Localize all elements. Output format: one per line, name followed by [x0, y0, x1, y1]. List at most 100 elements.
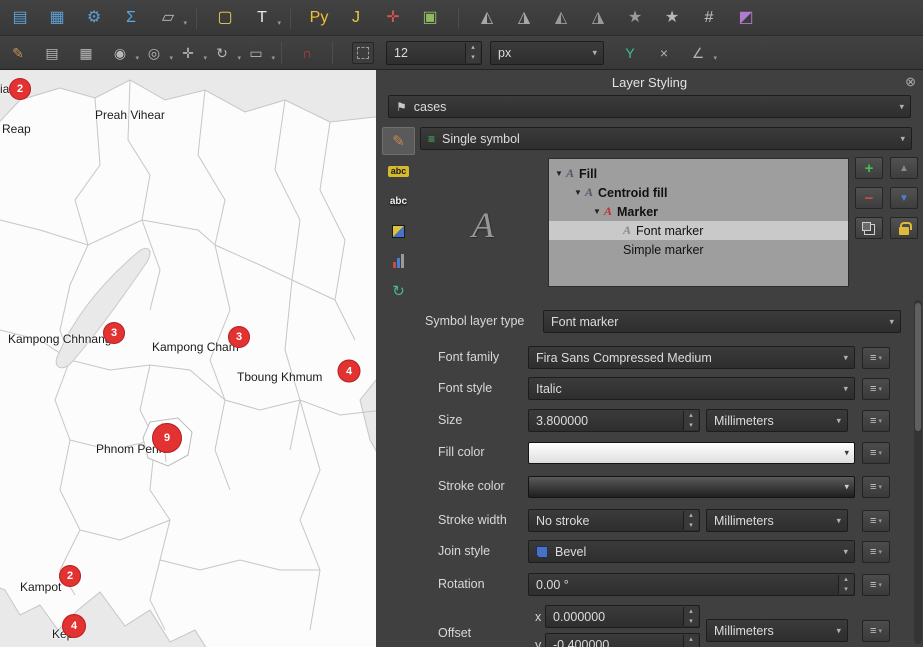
- size-unit-combobox[interactable]: Millimeters ▾: [706, 409, 848, 432]
- georeferencer-icon[interactable]: ✛: [381, 6, 405, 30]
- tab-history[interactable]: ↻: [382, 277, 415, 305]
- symbol-layer-row[interactable]: ▼AMarker: [549, 202, 848, 221]
- spin-buttons[interactable]: ▴▾: [683, 635, 698, 647]
- tab-symbology[interactable]: ✎: [382, 127, 415, 155]
- style-dock-icon[interactable]: ✎: [6, 41, 30, 65]
- close-panel-icon[interactable]: ⊗: [905, 74, 916, 90]
- layer-selector-combobox[interactable]: ⚑ cases ▾: [388, 95, 911, 118]
- layer-labeling-icon[interactable]: ▤: [40, 41, 64, 65]
- font-family-override-button[interactable]: ≡▾: [862, 347, 890, 369]
- add-symbol-layer-button[interactable]: +: [855, 157, 883, 179]
- snapping-magnet-icon[interactable]: ∩: [295, 41, 319, 65]
- stroke-color-button[interactable]: ▾: [528, 476, 855, 498]
- symbol-layer-type-combobox[interactable]: Font marker ▾: [543, 310, 901, 333]
- join-style-override-button[interactable]: ≡▾: [862, 541, 890, 563]
- spin-up-icon[interactable]: ▴: [684, 635, 698, 645]
- panel-scrollbar[interactable]: [914, 300, 922, 644]
- pin-labels-icon[interactable]: ◉▾: [108, 41, 132, 65]
- statistics-sigma-icon[interactable]: Σ: [119, 6, 143, 30]
- add-favorite-star-icon[interactable]: ★: [660, 6, 684, 30]
- layout-manager-icon[interactable]: ▤: [8, 6, 32, 30]
- spin-down-icon[interactable]: ▾: [684, 521, 698, 531]
- text-annotation-icon[interactable]: T▾: [250, 6, 274, 30]
- tab-diagrams[interactable]: [382, 247, 415, 275]
- move-label-icon[interactable]: ✛▾: [176, 41, 200, 65]
- settings-gear-icon[interactable]: ⚙: [82, 6, 106, 30]
- size-spinbox[interactable]: 3.800000 ▴▾: [528, 409, 700, 432]
- map-tips-icon[interactable]: ▢: [213, 6, 237, 30]
- size-override-button[interactable]: ≡▾: [862, 410, 890, 432]
- spin-up-icon[interactable]: ▴: [839, 575, 853, 585]
- scrollbar-handle[interactable]: [915, 303, 921, 431]
- stroke-width-override-button[interactable]: ≡▾: [862, 510, 890, 532]
- stroke-width-spinbox[interactable]: No stroke ▴▾: [528, 509, 700, 532]
- lock-color-button[interactable]: [890, 217, 918, 239]
- expander-icon[interactable]: ▼: [555, 169, 566, 178]
- font-unit-combobox[interactable]: px ▾: [490, 41, 604, 65]
- change-label-icon[interactable]: ▭▾: [244, 41, 268, 65]
- pin-label-icon[interactable]: ◭: [475, 6, 499, 30]
- fill-color-button[interactable]: ▾: [528, 442, 855, 464]
- grid-icon[interactable]: #: [697, 6, 721, 30]
- move-layer-up-button[interactable]: ▲: [890, 157, 918, 179]
- renderer-selector-combobox[interactable]: ≡ Single symbol ▾: [420, 127, 912, 150]
- symbol-layer-row[interactable]: ▼ACentroid fill: [549, 183, 848, 202]
- spin-up-icon[interactable]: ▴: [684, 411, 698, 421]
- rotation-spinbox[interactable]: 0.00 ° ▴▾: [528, 573, 855, 596]
- tab-labels[interactable]: abc: [382, 157, 415, 185]
- show-hidden-labels-icon[interactable]: ◭: [549, 6, 573, 30]
- spin-buttons[interactable]: ▴▾: [465, 43, 480, 63]
- processing-model-icon[interactable]: ◩: [734, 6, 758, 30]
- symbol-layer-row[interactable]: ▼AFill: [549, 164, 848, 183]
- python-console-icon[interactable]: Py: [307, 6, 331, 30]
- fill-color-override-button[interactable]: ≡▾: [862, 442, 890, 464]
- measure-ruler-icon[interactable]: ▱▾: [156, 6, 180, 30]
- spin-up-icon[interactable]: ▴: [466, 43, 480, 53]
- spin-up-icon[interactable]: ▴: [684, 511, 698, 521]
- font-size-spinbox[interactable]: 12 ▴▾: [386, 41, 482, 65]
- spin-down-icon[interactable]: ▾: [684, 421, 698, 431]
- offset-unit-combobox[interactable]: Millimeters ▾: [706, 619, 848, 642]
- rotate-label-icon[interactable]: ↻▾: [210, 41, 234, 65]
- expander-icon[interactable]: ▼: [593, 207, 604, 216]
- topological-editing-icon[interactable]: Y: [618, 41, 642, 65]
- join-style-combobox[interactable]: Bevel ▾: [528, 540, 855, 563]
- toggle-unplaced-labels-button[interactable]: [352, 42, 374, 64]
- favorites-star-icon[interactable]: ★: [623, 6, 647, 30]
- move-layer-down-button[interactable]: ▼: [890, 187, 918, 209]
- font-family-combobox[interactable]: Fira Sans Compressed Medium ▾: [528, 346, 855, 369]
- expander-icon[interactable]: ▼: [574, 188, 585, 197]
- spin-buttons[interactable]: ▴▾: [838, 575, 853, 594]
- layer-diagram-icon[interactable]: ▦: [74, 41, 98, 65]
- unpin-label-icon[interactable]: ◮: [512, 6, 536, 30]
- font-style-override-button[interactable]: ≡▾: [862, 378, 890, 400]
- rotation-override-button[interactable]: ≡▾: [862, 574, 890, 596]
- plugin-icon[interactable]: J: [344, 6, 368, 30]
- stroke-width-unit-combobox[interactable]: Millimeters ▾: [706, 509, 848, 532]
- symbol-layer-row[interactable]: Simple marker: [549, 240, 848, 259]
- tab-3d-view[interactable]: [382, 217, 415, 245]
- spin-down-icon[interactable]: ▾: [466, 53, 480, 63]
- duplicate-symbol-layer-button[interactable]: [855, 217, 883, 239]
- spin-down-icon[interactable]: ▾: [839, 585, 853, 595]
- quickmap-services-icon[interactable]: ▣: [418, 6, 442, 30]
- remove-symbol-layer-button[interactable]: −: [855, 187, 883, 209]
- map-canvas[interactable]: iaReapPreah VihearKampong ChhnangKampong…: [0, 70, 376, 647]
- spin-down-icon[interactable]: ▾: [684, 617, 698, 627]
- stroke-color-override-button[interactable]: ≡▾: [862, 476, 890, 498]
- spin-up-icon[interactable]: ▴: [684, 607, 698, 617]
- tab-masks[interactable]: abc: [382, 187, 415, 215]
- symbol-layer-row[interactable]: AFont marker: [549, 221, 848, 240]
- attribute-table-icon[interactable]: ▦: [45, 6, 69, 30]
- offset-y-spinbox[interactable]: -0.400000 ▴▾: [545, 633, 700, 647]
- spin-buttons[interactable]: ▴▾: [683, 411, 698, 430]
- spin-buttons[interactable]: ▴▾: [683, 607, 698, 626]
- measure-angle-icon[interactable]: ∠▾: [686, 41, 710, 65]
- font-style-combobox[interactable]: Italic ▾: [528, 377, 855, 400]
- remove-vertex-icon[interactable]: ×: [652, 41, 676, 65]
- hide-labels-icon[interactable]: ◮: [586, 6, 610, 30]
- offset-override-button[interactable]: ≡▾: [862, 620, 890, 642]
- highlight-labels-icon[interactable]: ◎▾: [142, 41, 166, 65]
- spin-buttons[interactable]: ▴▾: [683, 511, 698, 530]
- offset-x-spinbox[interactable]: 0.000000 ▴▾: [545, 605, 700, 628]
